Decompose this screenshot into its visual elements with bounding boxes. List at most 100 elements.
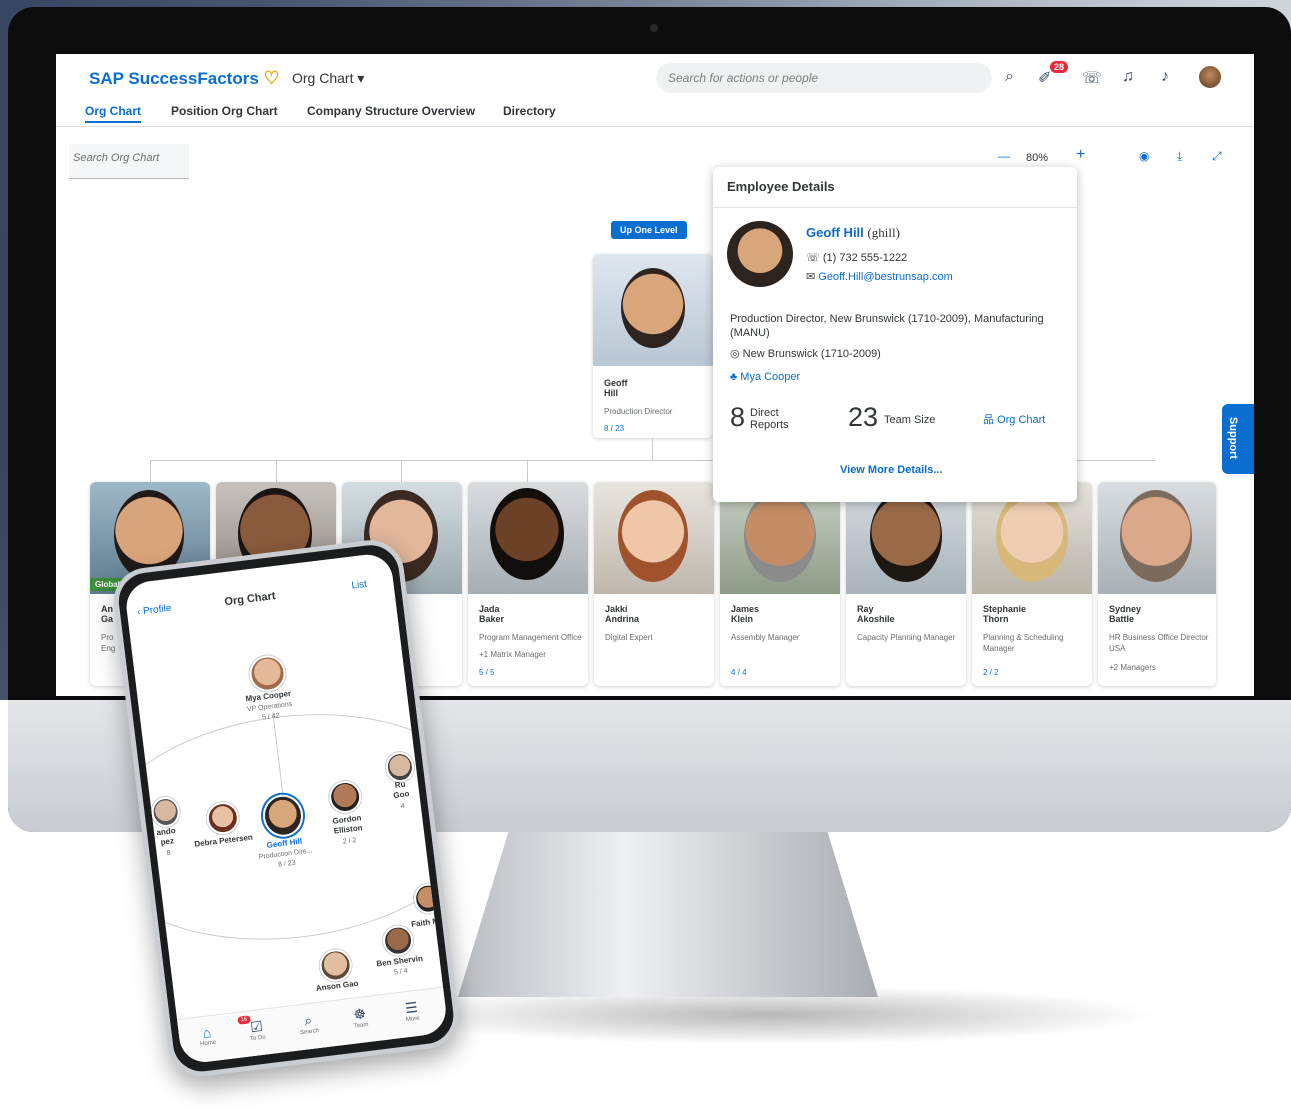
nav-more[interactable]: ☰ More — [390, 997, 433, 1025]
report-card[interactable]: Ray Akoshile Capacity Planning Manager — [846, 482, 966, 686]
popover-title: Employee Details — [727, 179, 835, 194]
report-count: 2 / 2 — [983, 668, 999, 677]
support-button[interactable]: Support — [1222, 404, 1254, 474]
tab-directory[interactable]: Directory — [503, 104, 556, 118]
search-icon[interactable]: ⌕ — [1005, 68, 1014, 86]
location-line: ◎ New Brunswick (1710-2009) — [730, 348, 881, 360]
connector-line — [150, 460, 151, 482]
manager-photo — [593, 254, 713, 366]
report-last-name: Andrina — [605, 614, 640, 624]
report-card[interactable]: James Klein Assembly Manager 4 / 4 — [720, 482, 840, 686]
report-title: Assembly Manager — [731, 633, 800, 642]
team-icon: ☸ — [352, 1005, 367, 1023]
phone-icon: ☏ — [806, 252, 820, 264]
user-avatar[interactable] — [1199, 66, 1221, 88]
employee-details-popover: Employee Details Geoff Hill (ghill) ☏ (1… — [713, 167, 1077, 502]
connector-line — [401, 460, 402, 482]
brand-logo[interactable]: SAP SuccessFactors ♡ — [89, 68, 280, 89]
email-line[interactable]: ✉ Geoff.Hill@bestrunsap.com — [806, 270, 953, 283]
zoom-out-button[interactable]: — — [998, 149, 1010, 163]
face — [996, 490, 1068, 582]
face — [490, 488, 564, 580]
tab-org-chart[interactable]: Org Chart — [85, 104, 142, 123]
chat-icon[interactable]: ☏ — [1082, 68, 1102, 88]
phone-line[interactable]: ☏ (1) 732 555-1222 — [806, 251, 907, 264]
employee-photo — [727, 221, 793, 287]
report-count: +2 Managers — [1109, 663, 1156, 672]
employee-name-link[interactable]: Geoff Hill (ghill) — [806, 225, 900, 241]
direct-reports-count: 8 — [730, 402, 746, 432]
approvals-icon[interactable]: ✐ — [1038, 68, 1051, 88]
phone-device: ‹ Profile Org Chart List Mya Cooper VP O… — [110, 536, 463, 1081]
app-header: SAP SuccessFactors ♡ Org Chart ▾ Search … — [56, 54, 1254, 127]
anson-gao-avatar[interactable] — [317, 947, 354, 984]
position-info: Production Director, New Brunswick (1710… — [730, 313, 1044, 339]
report-title: Eng — [101, 644, 116, 653]
search-icon: ⌕ — [303, 1011, 313, 1029]
zoom-in-button[interactable]: + — [1076, 146, 1085, 164]
face — [618, 490, 688, 582]
zoom-level: 80% — [1026, 152, 1049, 164]
report-card[interactable]: Stephanie Thorn Planning & Scheduling Ma… — [972, 482, 1092, 686]
nav-home[interactable]: ⌂ Home — [186, 1022, 228, 1049]
report-card[interactable]: Jada Baker Program Management Office +1 … — [468, 482, 588, 686]
monitor-stand — [458, 832, 878, 997]
heart-icon: ♡ — [263, 68, 280, 88]
connector-line — [527, 460, 528, 482]
download-icon[interactable]: ⤓ — [1177, 149, 1182, 164]
app-switcher[interactable]: Org Chart ▾ — [292, 70, 364, 87]
report-title: HR Business Office Director — [1109, 633, 1209, 642]
tab-company-structure[interactable]: Company Structure Overview — [307, 104, 475, 118]
avatar[interactable] — [412, 882, 444, 916]
direct-reports-label: Direct Reports — [750, 407, 789, 431]
location-icon: ◎ — [730, 348, 740, 360]
face — [621, 268, 685, 348]
report-last-name: Ga — [101, 614, 114, 624]
mya-cooper-avatar[interactable] — [247, 653, 288, 694]
face — [870, 490, 942, 582]
report-photo — [1098, 482, 1216, 594]
report-last-name: Baker — [479, 614, 505, 624]
team-size-count: 23 — [848, 402, 879, 432]
camera-icon — [650, 24, 658, 32]
report-card[interactable]: Sydney Battle HR Business Office Directo… — [1098, 482, 1216, 686]
more-icon: ☰ — [404, 998, 419, 1017]
phone-screen: ‹ Profile Org Chart List Mya Cooper VP O… — [123, 551, 449, 1065]
report-photo — [594, 482, 714, 594]
report-last-name: Battle — [1109, 614, 1135, 624]
report-title: Capacity Planning Manager — [857, 633, 956, 642]
view-more-details-link[interactable]: View More Details... — [840, 464, 943, 476]
mail-icon: ✉ — [806, 271, 816, 283]
bell-icon[interactable]: ♪ — [1161, 68, 1169, 86]
manager-count: 8 / 23 — [604, 424, 625, 433]
notification-badge: 28 — [1050, 61, 1069, 73]
report-title: Planning & Scheduling — [983, 633, 1064, 642]
team-size-label: Team Size — [884, 414, 936, 426]
tab-position-org-chart[interactable]: Position Org Chart — [171, 104, 278, 118]
report-last-name: Klein — [731, 614, 754, 624]
report-title: Pro — [101, 633, 114, 642]
eye-icon[interactable]: ◉ — [1139, 149, 1149, 163]
report-count: 4 / 4 — [731, 668, 747, 677]
manager-link[interactable]: ♣ Mya Cooper — [730, 370, 1050, 384]
divider — [713, 207, 1077, 208]
headset-icon[interactable]: ♫ — [1122, 68, 1134, 86]
nav-team[interactable]: ☸ Team — [339, 1003, 382, 1031]
org-chart-search-input[interactable]: Search Org Chart — [69, 144, 189, 179]
home-icon: ⌂ — [201, 1024, 213, 1042]
back-button[interactable]: ‹ Profile — [136, 603, 172, 618]
global-search-input[interactable]: Search for actions or people — [656, 63, 992, 93]
report-photo — [468, 482, 588, 594]
org-chart-link[interactable]: 品 Org Chart — [983, 411, 1045, 427]
report-title: Manager — [983, 644, 1015, 653]
nav-search[interactable]: ⌕ Search — [287, 1010, 330, 1038]
report-title: Digital Expert — [605, 633, 653, 642]
face — [1120, 490, 1192, 582]
list-button[interactable]: List — [351, 579, 368, 592]
report-count: 5 / 5 — [479, 668, 495, 677]
report-card[interactable]: Jakki Andrina Digital Expert — [594, 482, 714, 686]
up-one-level-button[interactable]: Up One Level — [611, 221, 687, 239]
manager-last-name: Hill — [604, 388, 619, 398]
manager-card[interactable]: Geoff Hill Production Director 8 / 23 — [593, 254, 713, 438]
fullscreen-icon[interactable]: ⤢ — [1212, 149, 1222, 164]
